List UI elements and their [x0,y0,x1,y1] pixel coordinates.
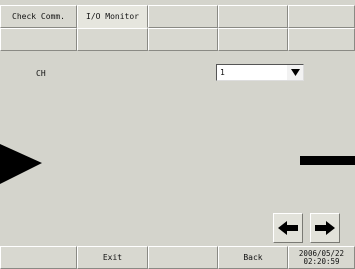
tab-check-comm-label: Check Comm. [12,12,65,21]
datetime-display: 2006/05/22 02:20:59 [288,246,355,269]
footer-blank-1[interactable] [0,246,77,269]
right-bar-indicator [300,156,355,165]
left-pointer-indicator [0,144,42,184]
menu-blank-1[interactable] [0,28,77,51]
tab-io-monitor[interactable]: I/O Monitor [77,5,148,28]
tab-check-comm[interactable]: Check Comm. [0,5,77,28]
back-label: Back [243,253,263,262]
channel-label: CH [36,69,46,78]
arrow-right-icon [315,221,335,235]
tab-empty-4[interactable] [218,5,288,28]
back-button[interactable]: Back [218,246,288,269]
channel-select[interactable]: 1 [216,64,304,81]
tab-empty-5[interactable] [288,5,355,28]
prev-page-button[interactable] [273,213,303,243]
arrow-left-icon [278,221,298,235]
footer-blank-3[interactable] [148,246,218,269]
triangle-down-icon[interactable] [287,65,303,80]
menu-blank-4[interactable] [218,28,288,51]
tab-io-monitor-label: I/O Monitor [86,12,139,21]
next-page-button[interactable] [310,213,340,243]
menu-blank-2[interactable] [77,28,148,51]
channel-value: 1 [220,68,225,77]
exit-label: Exit [102,253,123,262]
exit-button[interactable]: Exit [77,246,148,269]
time-text: 02:20:59 [303,256,340,266]
menu-blank-3[interactable] [148,28,218,51]
menu-blank-5[interactable] [288,28,355,51]
tab-empty-3[interactable] [148,5,218,28]
